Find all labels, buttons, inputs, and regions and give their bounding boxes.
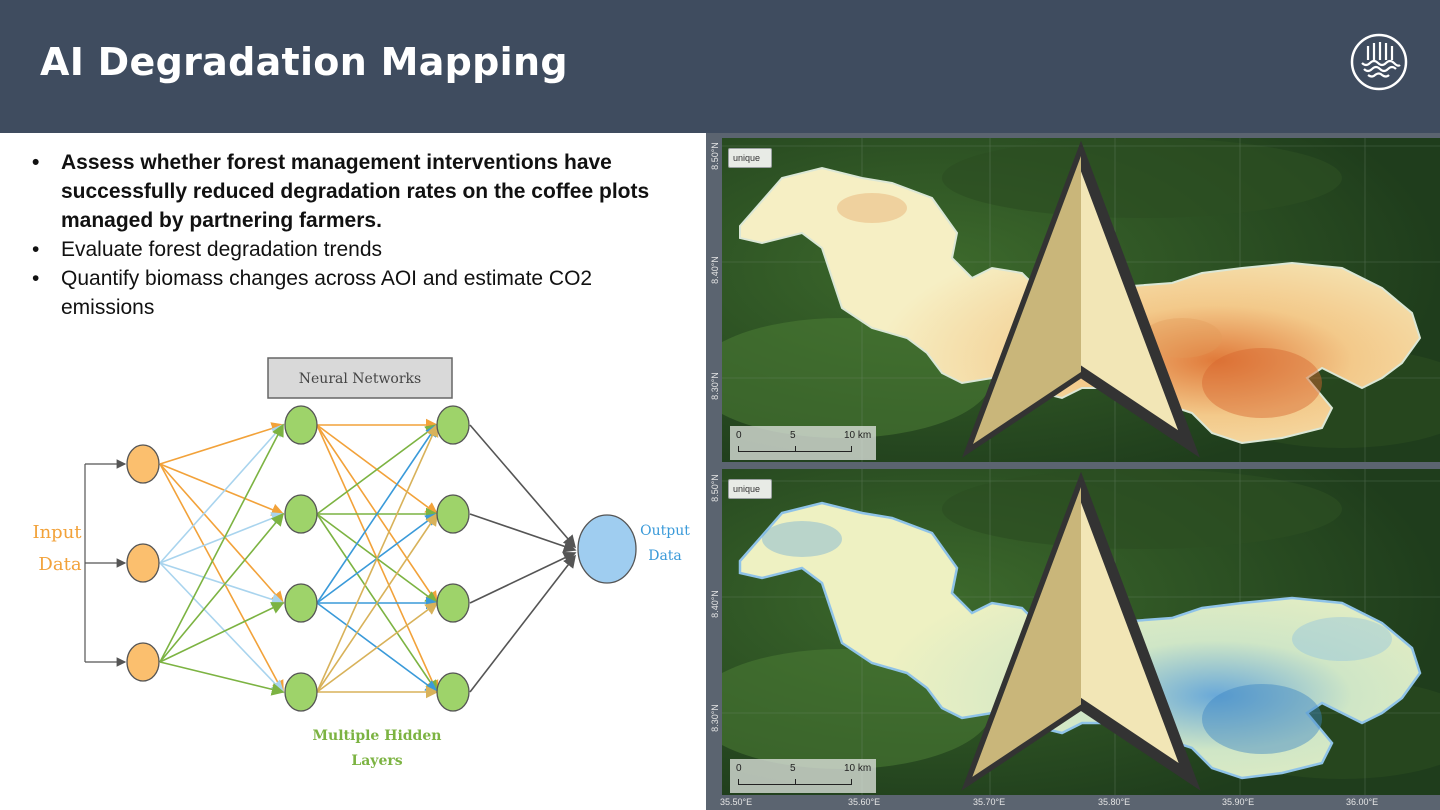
scale-end: 10 km [844, 430, 872, 441]
hidden-node [436, 494, 470, 534]
lat-label: 8.40°N [710, 256, 720, 284]
input-label-2: Data [38, 554, 81, 575]
north-arrow-icon [962, 140, 1200, 458]
objectives-list: • Assess whether forest management interv… [28, 148, 688, 322]
slide-title: AI Degradation Mapping [40, 40, 568, 84]
slide-header: AI Degradation Mapping [0, 0, 1440, 133]
output-node [577, 514, 637, 584]
list-item: • Assess whether forest management interv… [32, 151, 650, 232]
company-logo-icon [1350, 33, 1408, 91]
hidden-node [284, 583, 318, 623]
lon-label: 35.70°E [973, 797, 1006, 807]
scale-mid: 5 [790, 763, 796, 774]
hidden-node [436, 583, 470, 623]
lon-label: 35.80°E [1098, 797, 1131, 807]
input-node [126, 444, 160, 484]
scale-mid: 5 [790, 430, 796, 441]
scale-bar: 0 5 10 km [730, 759, 876, 793]
north-arrow-icon [961, 471, 1201, 791]
lat-label: 8.30°N [710, 704, 720, 732]
bullet-text: Evaluate forest degradation trends [61, 238, 383, 261]
hidden-label-1: Multiple Hidden [313, 728, 442, 744]
degradation-map-bottom: unique 0 5 10 km [722, 469, 1440, 795]
input-label-1: Input [32, 522, 82, 543]
scale-end: 10 km [844, 763, 872, 774]
lon-label: 35.60°E [848, 797, 881, 807]
output-label-1: Output [640, 523, 690, 539]
scale-bar: 0 5 10 km [730, 426, 876, 460]
hidden-node [284, 494, 318, 534]
input-node [126, 642, 160, 682]
input-node [126, 543, 160, 583]
lon-label: 35.90°E [1222, 797, 1255, 807]
list-item: • Quantify biomass changes across AOI and… [32, 267, 593, 319]
scale-zero: 0 [736, 430, 742, 441]
bullet-text: Assess whether forest management interve… [61, 151, 650, 232]
scale-zero: 0 [736, 763, 742, 774]
hidden-node [436, 405, 470, 445]
lat-label: 8.50°N [710, 142, 720, 170]
lat-label: 8.30°N [710, 372, 720, 400]
hidden-label-2: Layers [351, 753, 402, 769]
output-label-2: Data [648, 548, 682, 564]
hidden-node [436, 672, 470, 712]
hidden-node [284, 405, 318, 445]
lat-label: 8.40°N [710, 590, 720, 618]
neural-network-diagram: Neural Networks Input Data Output Data M… [32, 357, 690, 769]
lon-label: 36.00°E [1346, 797, 1379, 807]
lon-label: 35.50°E [720, 797, 753, 807]
degradation-map-top: unique 0 5 10 km [722, 138, 1440, 462]
list-item: • Evaluate forest degradation trends [32, 238, 383, 261]
maps-panel: 8.50°N 8.40°N 8.30°N 8.50°N 8.40°N 8.30°… [706, 133, 1440, 810]
neural-networks-label: Neural Networks [299, 371, 421, 387]
hidden-node [284, 672, 318, 712]
lat-label: 8.50°N [710, 474, 720, 502]
bullet-text: Quantify biomass changes across AOI and … [61, 267, 593, 319]
